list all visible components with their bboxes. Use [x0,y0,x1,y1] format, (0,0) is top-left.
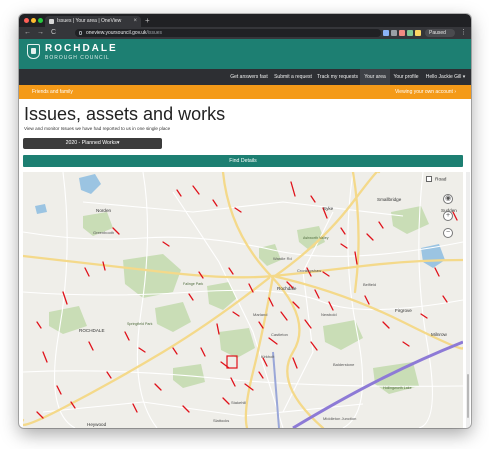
map-place-label: Springfield Park [127,322,153,326]
extension-icon[interactable] [399,30,405,36]
chevron-down-icon: ▾ [116,140,120,146]
lock-icon [79,31,82,35]
map-place-label: Ashworth Valley [303,236,329,240]
locate-me-icon[interactable]: ◉ [443,194,453,204]
back-button[interactable]: ← [24,28,31,38]
viewing-account-link[interactable]: Viewing your own account › [395,85,456,99]
nav-your-profile[interactable]: Your profile [390,69,422,85]
map-place-label: Stakehill [231,400,247,405]
map-place-label: Newbold [321,312,337,317]
issues-map[interactable]: Norden Sudden Syke Smallbridge Rochdale … [23,172,463,428]
council-crest-icon[interactable] [27,44,40,59]
nav-submit-request[interactable]: Submit a request [271,69,315,85]
friends-family-link[interactable]: Friends and family [32,85,73,99]
map-place-label: Balderstone [333,362,355,367]
minimize-window-dot[interactable] [31,18,36,23]
extension-icon[interactable] [391,30,397,36]
zoom-in-button[interactable]: + [443,211,453,221]
site-header: ROCHDALE BOROUGH COUNCIL [19,39,471,69]
tab-close-icon[interactable]: × [133,17,137,26]
nav-your-area[interactable]: Your area [360,69,390,85]
map-place-label: Hollingworth Lake [383,386,412,390]
map-town-label: Heywood [87,422,107,427]
browser-tab[interactable]: Issues | Your area | OneView × [45,16,141,27]
nav-get-answers[interactable]: Get answers fast [227,69,271,85]
brand-subtitle: BOROUGH COUNCIL [45,55,110,61]
map-town-label: Norden [96,208,112,213]
map-town-label: Milnrow [431,332,447,337]
extension-icon[interactable] [415,30,421,36]
scrollbar-thumb[interactable] [467,374,469,418]
map-place-label: Belfield [363,282,377,287]
map-place-label: Cronkeyshaw [297,268,322,273]
page-favicon-icon [49,19,54,24]
map-place-label: Falinge Park [183,282,204,286]
page-description: View and monitor Issues we have had repo… [24,126,171,131]
road-layer-label: Road [435,177,447,183]
account-bar: Friends and family Viewing your own acco… [19,85,471,99]
url-text: oneview.yoursouncil.gov.uk/issues [86,30,163,36]
map-town-label: Smallbridge [377,197,402,202]
extension-icon[interactable] [407,30,413,36]
nav-track-requests[interactable]: Track my requests [315,69,360,85]
map-place-label: Castleton [271,332,288,337]
map-place-label: Greenbooth [93,230,115,235]
map-place-label: Marland [253,312,268,317]
checkbox-icon[interactable] [426,176,432,182]
maximize-window-dot[interactable] [38,18,43,23]
new-tab-button[interactable]: + [145,15,150,26]
find-details-button[interactable]: Find Details [23,155,463,167]
main-navigation: Get answers fast Submit a request Track … [19,69,471,85]
browser-window: Issues | Your area | OneView × + ← → C o… [19,14,471,428]
profile-paused-button[interactable]: Paused [425,29,455,37]
browser-menu-icon[interactable]: ⋮ [460,28,467,38]
address-bar[interactable]: oneview.yoursouncil.gov.uk/issues [75,29,381,37]
close-window-dot[interactable] [24,18,29,23]
nav-user-menu[interactable]: Hello Jackie Gill ▾ [422,69,469,85]
brand-name[interactable]: ROCHDALE [45,44,118,54]
zoom-out-button[interactable]: − [443,228,453,238]
map-town-label: ROCHDALE [79,328,105,333]
forward-button[interactable]: → [37,28,44,38]
browser-toolbar: ← → C oneview.yoursouncil.gov.uk/issues … [19,27,471,39]
tab-strip: Issues | Your area | OneView × + [19,14,471,27]
extension-icon[interactable] [383,30,389,36]
page-title: Issues, assets and works [24,104,226,124]
works-select-value: 2020 - Planned Works [65,140,117,146]
map-place-label: Wardle Rd [273,256,292,261]
map-town-label: Firgrove [395,308,412,313]
map-town-label: Rochdale [277,286,297,291]
map-place-label: Kirkholt [261,354,275,359]
works-select[interactable]: 2020 - Planned Works▾ [23,138,162,149]
map-town-label: Syke [323,206,334,211]
map-town-label: Middleton Junction [323,416,357,421]
road-layer-toggle[interactable]: Road [426,176,446,184]
tab-title: Issues | Your area | OneView [57,18,122,24]
map-town-label: Slattocks [213,418,230,423]
reload-button[interactable]: C [51,28,56,38]
